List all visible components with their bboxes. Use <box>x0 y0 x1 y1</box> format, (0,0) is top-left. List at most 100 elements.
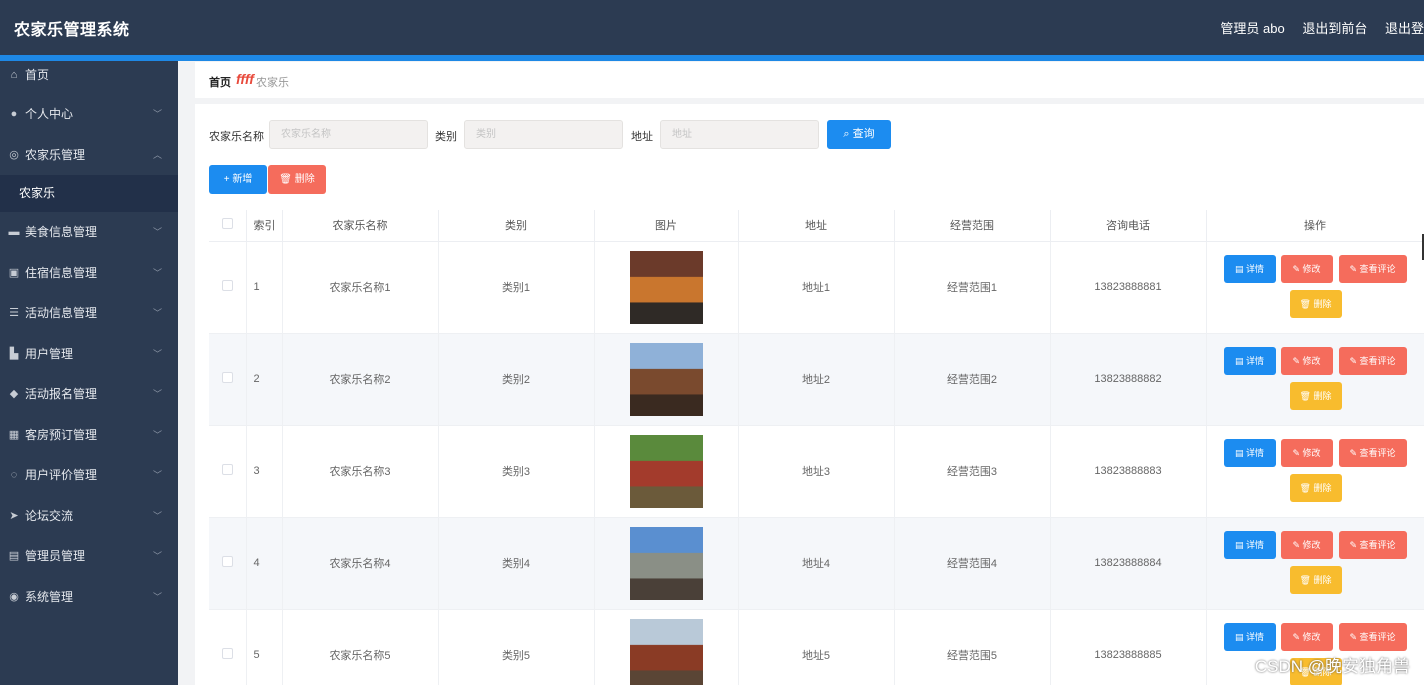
row-select-cell[interactable] <box>209 425 247 518</box>
sidebar-item-admins[interactable]: ▤ 管理员管理 ﹀ <box>0 536 178 577</box>
edit-button[interactable]: ✎ 修改 <box>1280 530 1333 559</box>
row-checkbox[interactable] <box>221 464 233 475</box>
batch-delete-label: 删除 <box>294 174 315 185</box>
row-name: 农家乐名称5 <box>282 609 439 685</box>
sidebar-item-users[interactable]: ▙ 用户管理 ﹀ <box>0 334 178 375</box>
name-search-input[interactable] <box>269 120 428 149</box>
row-actions: ▤ 详情 ✎ 修改 ✎ 查看评论 🗑 删除 <box>1207 334 1424 425</box>
view-reviews-button[interactable]: ✎ 查看评论 <box>1338 254 1407 283</box>
detail-button[interactable]: ▤ 详情 <box>1223 438 1276 467</box>
briefcase-icon: ▤ <box>8 550 20 562</box>
row-scope: 经营范围3 <box>894 425 1051 518</box>
sidebar-item-home[interactable]: ⌂ 首页 <box>0 61 178 94</box>
sidebar-item-farmstay-mgmt[interactable]: ◎ 农家乐管理 ︿ <box>0 135 178 176</box>
sidebar-item-label: 管理员管理 <box>25 549 86 563</box>
edit-button[interactable]: ✎ 修改 <box>1280 254 1333 283</box>
detail-button[interactable]: ▤ 详情 <box>1223 622 1276 651</box>
view-reviews-button[interactable]: ✎ 查看评论 <box>1338 438 1407 467</box>
type-search-input[interactable] <box>464 120 623 149</box>
farmstay-photo[interactable] <box>629 250 703 324</box>
edit-button[interactable]: ✎ 修改 <box>1280 438 1333 467</box>
row-actions: ▤ 详情 ✎ 修改 ✎ 查看评论 🗑 删除 <box>1207 242 1424 333</box>
search-icon: ⌕ <box>843 128 850 140</box>
table-row: 3 农家乐名称3 类别3 地址3 经营范围3 13823888883 ▤ 详情 ✎ 修改 ✎ 查… <box>209 425 1424 518</box>
header-type: 类别 <box>438 210 595 242</box>
row-index: 2 <box>246 333 283 426</box>
farmstay-photo[interactable] <box>629 618 703 685</box>
sidebar-item-booking[interactable]: ▦ 客房预订管理 ﹀ <box>0 415 178 456</box>
view-reviews-button[interactable]: ✎ 查看评论 <box>1338 530 1407 559</box>
row-select-cell[interactable] <box>209 241 247 334</box>
edit-button[interactable]: ✎ 修改 <box>1280 622 1333 651</box>
trash-icon: 🗑 <box>1299 482 1311 493</box>
document-icon: ▤ <box>1234 355 1244 366</box>
sidebar-item-label: 首页 <box>25 68 50 82</box>
row-delete-button[interactable]: 🗑 删除 <box>1289 381 1342 410</box>
address-search-input[interactable] <box>660 120 819 149</box>
farmstay-photo[interactable] <box>629 434 703 508</box>
sidebar-item-reviews[interactable]: ◌ 用户评价管理 ﹀ <box>0 455 178 496</box>
row-actions: ▤ 详情 ✎ 修改 ✎ 查看评论 🗑 删除 <box>1207 426 1424 517</box>
document-icon: ▤ <box>1234 447 1244 458</box>
sidebar-item-system[interactable]: ◉ 系统管理 ﹀ <box>0 577 178 618</box>
row-delete-label: 删除 <box>1313 390 1332 401</box>
pencil-icon: ✎ <box>1292 355 1300 366</box>
breadcrumb-current: 农家乐 <box>256 77 289 89</box>
row-checkbox[interactable] <box>221 648 233 659</box>
row-checkbox[interactable] <box>221 280 233 291</box>
edit-button[interactable]: ✎ 修改 <box>1280 346 1333 375</box>
detail-button[interactable]: ▤ 详情 <box>1223 530 1276 559</box>
row-checkbox[interactable] <box>221 556 233 567</box>
detail-button[interactable]: ▤ 详情 <box>1223 346 1276 375</box>
header-address: 地址 <box>738 210 895 242</box>
go-frontend-link[interactable]: 退出到前台 <box>1302 21 1367 36</box>
select-all-cell[interactable] <box>209 210 247 242</box>
farmstay-photo[interactable] <box>629 526 703 600</box>
sidebar-item-forum[interactable]: ➤ 论坛交流 ﹀ <box>0 496 178 537</box>
sidebar-item-lodging[interactable]: ▣ 住宿信息管理 ﹀ <box>0 253 178 294</box>
table-row: 1 农家乐名称1 类别1 地址1 经营范围1 13823888881 ▤ 详情 ✎ 修改 ✎ 查… <box>209 241 1424 334</box>
sidebar-item-profile[interactable]: ● 个人中心 ﹀ <box>0 94 178 135</box>
add-button[interactable]: + 新增 <box>209 165 267 194</box>
logout-link[interactable]: 退出登 <box>1385 21 1424 36</box>
row-delete-label: 删除 <box>1313 574 1332 585</box>
location-icon: ◆ <box>9 388 19 400</box>
row-name: 农家乐名称2 <box>282 333 439 426</box>
current-user: 管理员 abo <box>1220 21 1285 36</box>
sidebar-item-activity[interactable]: ☰ 活动信息管理 ﹀ <box>0 293 178 334</box>
query-button[interactable]: ⌕ 查询 <box>827 120 891 149</box>
batch-delete-button[interactable]: 🗑 删除 <box>268 165 326 194</box>
row-image-cell <box>594 333 739 426</box>
address-filter-label: 地址 <box>631 131 653 143</box>
row-phone: 13823888882 <box>1050 333 1207 426</box>
view-reviews-button[interactable]: ✎ 查看评论 <box>1338 622 1407 651</box>
row-scope: 经营范围5 <box>894 609 1051 685</box>
sidebar-item-food[interactable]: ▬ 美食信息管理 ﹀ <box>0 212 178 253</box>
detail-label: 详情 <box>1246 355 1265 366</box>
row-delete-button[interactable]: 🗑 删除 <box>1289 565 1342 594</box>
sidebar-item-signup[interactable]: ◆ 活动报名管理 ﹀ <box>0 374 178 415</box>
farmstay-photo[interactable] <box>629 342 703 416</box>
select-all-checkbox[interactable] <box>221 218 233 230</box>
detail-button[interactable]: ▤ 详情 <box>1223 254 1276 283</box>
trash-icon: 🗑 <box>1299 574 1311 585</box>
row-checkbox[interactable] <box>221 372 233 383</box>
view-reviews-button[interactable]: ✎ 查看评论 <box>1338 346 1407 375</box>
compass-icon: ◉ <box>9 590 19 603</box>
row-select-cell[interactable] <box>209 517 247 610</box>
chevron-down-icon: ﹀ <box>152 348 162 359</box>
breadcrumb-home[interactable]: 首页 <box>209 74 231 90</box>
row-phone: 13823888881 <box>1050 241 1207 334</box>
csdn-watermark: CSDN @晚安独角兽 <box>1254 657 1410 676</box>
row-address: 地址3 <box>738 425 895 518</box>
row-delete-button[interactable]: 🗑 删除 <box>1289 473 1342 502</box>
row-delete-button[interactable]: 🗑 删除 <box>1289 289 1342 318</box>
chevron-up-icon: ︿ <box>152 149 162 160</box>
plus-icon: + <box>223 174 230 185</box>
sidebar-item-label: 农家乐管理 <box>25 147 86 162</box>
sidebar-subitem-farmstay[interactable]: 农家乐 <box>0 175 178 212</box>
row-select-cell[interactable] <box>209 609 247 685</box>
row-select-cell[interactable] <box>209 333 247 426</box>
row-address: 地址2 <box>738 333 895 426</box>
row-actions-cell: ▤ 详情 ✎ 修改 ✎ 查看评论 🗑 删除 <box>1206 241 1424 334</box>
